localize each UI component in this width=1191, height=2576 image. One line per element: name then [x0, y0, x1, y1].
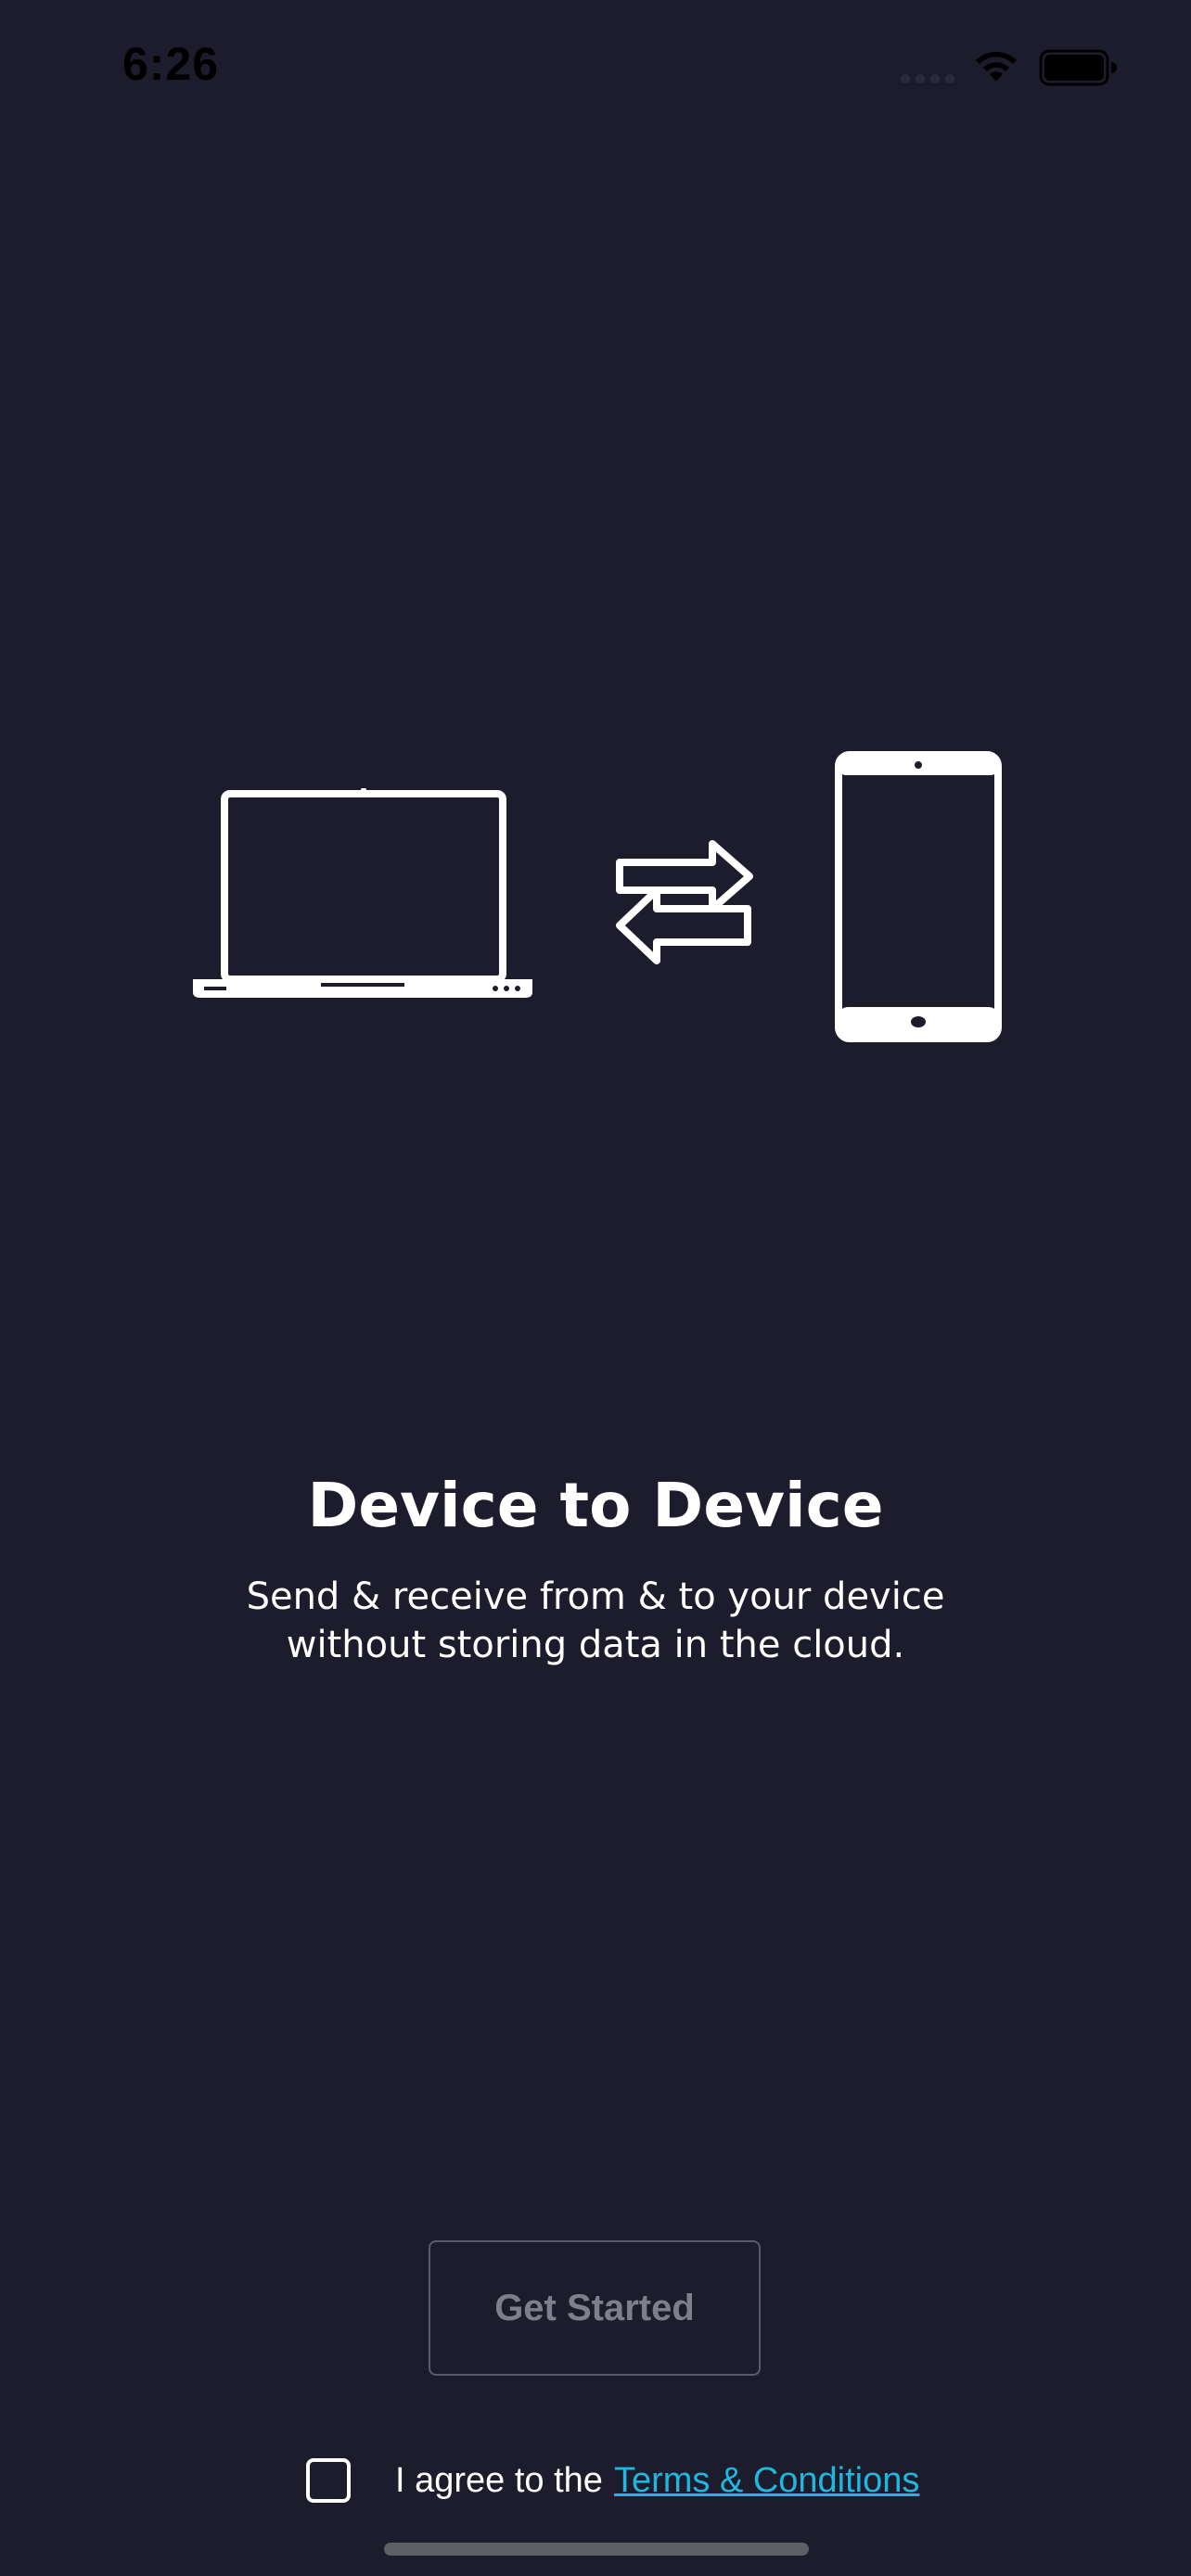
battery-icon [1039, 49, 1117, 86]
transfer-arrows-icon [616, 840, 753, 964]
agree-checkbox[interactable] [306, 2458, 351, 2503]
page-subtitle: Send & receive from & to your device wit… [246, 1575, 945, 1666]
get-started-button[interactable]: Get Started [429, 2240, 761, 2376]
cellular-signal-icon [901, 74, 954, 83]
agree-label: I agree to the [395, 2460, 603, 2500]
tablet-icon [835, 751, 1002, 1042]
terms-link[interactable]: Terms & Conditions [614, 2461, 919, 2501]
status-time: 6:26 [122, 38, 220, 90]
home-indicator[interactable] [384, 2543, 809, 2556]
laptop-icon [193, 788, 532, 998]
terms-agreement: I agree to the Terms & Conditions [306, 2455, 919, 2506]
status-bar: 6:26 [0, 0, 1191, 139]
wifi-icon [976, 51, 1017, 82]
page-title: Device to Device [307, 1470, 884, 1541]
hero-illustration [186, 742, 1011, 1048]
